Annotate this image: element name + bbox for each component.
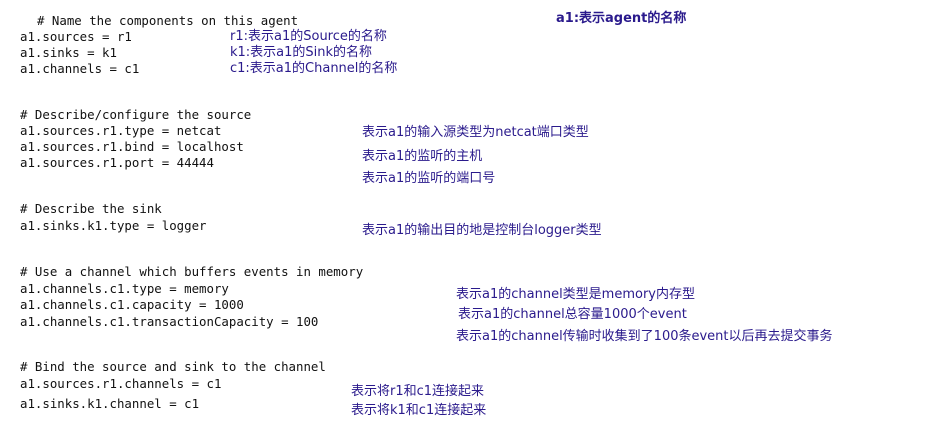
code-line-channel-capacity: a1.channels.c1.capacity = 1000 bbox=[20, 297, 244, 312]
annotation-source-type: 表示a1的输入源类型为netcat端口类型 bbox=[362, 125, 589, 140]
code-comment-name-components: # Name the components on this agent bbox=[37, 13, 299, 28]
annotation-channel-transaction-capacity: 表示a1的channel传输时收集到了100条event以后再去提交事务 bbox=[456, 329, 833, 344]
annotation-bind-source: 表示将r1和c1连接起来 bbox=[351, 384, 485, 399]
code-line-source-port: a1.sources.r1.port = 44444 bbox=[20, 155, 214, 170]
annotation-channel-type: 表示a1的channel类型是memory内存型 bbox=[456, 287, 695, 302]
annotation-source-name: r1:表示a1的Source的名称 bbox=[230, 29, 387, 44]
code-line-source-bind: a1.sources.r1.bind = localhost bbox=[20, 139, 244, 154]
annotation-source-bind: 表示a1的监听的主机 bbox=[362, 149, 483, 164]
annotation-channel-capacity: 表示a1的channel总容量1000个event bbox=[458, 307, 687, 322]
code-line-channels: a1.channels = c1 bbox=[20, 61, 140, 76]
code-line-sources: a1.sources = r1 bbox=[20, 29, 132, 44]
code-comment-describe-sink: # Describe the sink bbox=[20, 201, 162, 216]
code-line-source-type: a1.sources.r1.type = netcat bbox=[20, 123, 222, 138]
code-line-source-channels: a1.sources.r1.channels = c1 bbox=[20, 376, 222, 391]
code-comment-bind: # Bind the source and sink to the channe… bbox=[20, 359, 326, 374]
code-comment-configure-source: # Describe/configure the source bbox=[20, 107, 252, 122]
code-line-channel-type: a1.channels.c1.type = memory bbox=[20, 281, 229, 296]
annotation-bind-sink: 表示将k1和c1连接起来 bbox=[351, 403, 487, 418]
code-line-sink-channel: a1.sinks.k1.channel = c1 bbox=[20, 396, 200, 411]
annotation-channel-name: c1:表示a1的Channel的名称 bbox=[230, 61, 398, 76]
code-line-channel-transaction-capacity: a1.channels.c1.transactionCapacity = 100 bbox=[20, 314, 319, 329]
annotation-source-port: 表示a1的监听的端口号 bbox=[362, 171, 496, 186]
code-line-sink-type: a1.sinks.k1.type = logger bbox=[20, 218, 207, 233]
code-line-sinks: a1.sinks = k1 bbox=[20, 45, 117, 60]
annotation-sink-type: 表示a1的输出目的地是控制台logger类型 bbox=[362, 223, 602, 238]
annotation-agent-name: a1:表示agent的名称 bbox=[556, 11, 687, 26]
annotation-sink-name: k1:表示a1的Sink的名称 bbox=[230, 45, 373, 60]
code-comment-use-channel: # Use a channel which buffers events in … bbox=[20, 264, 364, 279]
